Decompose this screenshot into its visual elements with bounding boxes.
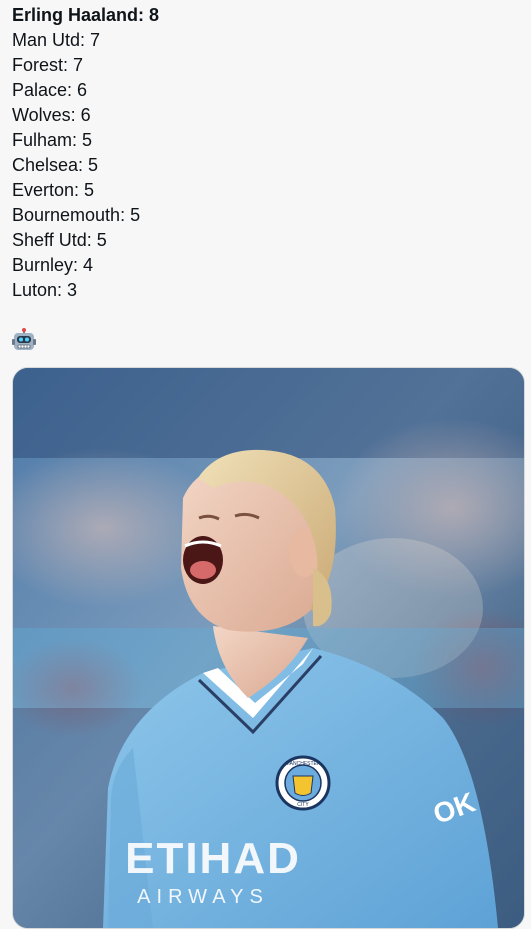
player-photo: MANCHESTER CITY OK ETIHAD AIRWAYS: [13, 368, 524, 928]
tweet-line: Man Utd: 7: [12, 30, 101, 50]
svg-text:MANCHESTER: MANCHESTER: [285, 761, 320, 767]
tweet-media-photo[interactable]: MANCHESTER CITY OK ETIHAD AIRWAYS: [12, 367, 525, 929]
tweet-line: Forest: 7: [12, 55, 84, 75]
tweet-line: Luton: 3: [12, 280, 78, 300]
tweet-line-headline: Erling Haaland: 8: [12, 5, 160, 25]
tweet-line: Everton: 5: [12, 180, 95, 200]
tweet-line: Palace: 6: [12, 80, 88, 100]
svg-text:AIRWAYS: AIRWAYS: [137, 886, 269, 908]
tweet-line: Wolves: 6: [12, 105, 91, 125]
svg-text:ETIHAD: ETIHAD: [125, 834, 301, 883]
tweet-line: Burnley: 4: [12, 255, 94, 275]
tweet-line: Chelsea: 5: [12, 155, 99, 175]
tweet-line: Sheff Utd: 5: [12, 230, 107, 250]
tweet-line: Bournemouth: 5: [12, 205, 141, 225]
svg-text:CITY: CITY: [297, 802, 309, 808]
tweet-line: Fulham: 5: [12, 130, 93, 150]
robot-face-emoji-icon: [12, 328, 36, 352]
tweet-text: Erling Haaland: 8 Man Utd: 7 Forest: 7 P…: [12, 3, 159, 303]
club-crest-icon: MANCHESTER CITY: [275, 755, 331, 811]
